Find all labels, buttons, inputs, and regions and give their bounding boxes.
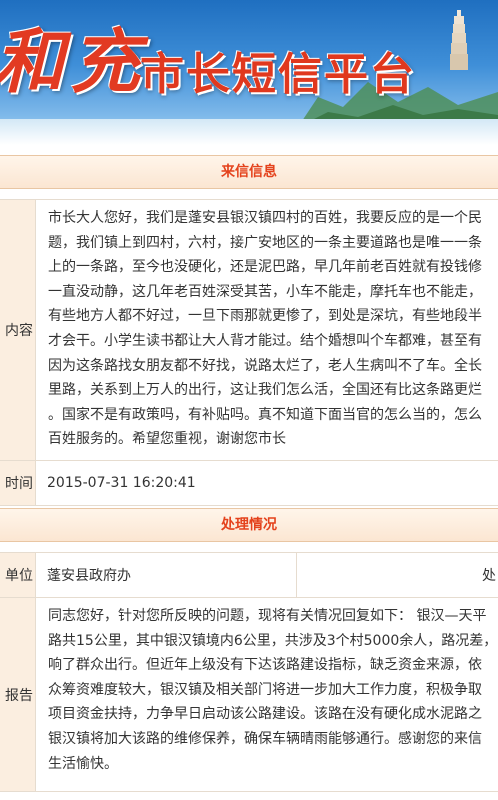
content-line: 百姓服务的。希望您重视，谢谢您市长	[48, 431, 286, 448]
unit-right-cell: 处	[296, 553, 498, 597]
content-line: 题，我们镇上到四村，六村，接广安地区的一条主要道路也是唯一一条	[48, 234, 482, 251]
header-banner: 和充 市长短信平台	[0, 0, 498, 145]
letter-section-title: 来信信息	[221, 164, 277, 180]
unit-row: 单位 蓬安县政府办 处	[0, 552, 498, 598]
city-logo-text: 和充	[0, 20, 146, 103]
content-line: 一直没动静，这几年老百姓深受其苦，小车不能走，摩托车也不能走，	[48, 283, 482, 300]
report-content: 同志您好，针对您所反映的问题，现将有关情况回复如下： 银汉—天平 路共15公里，其…	[48, 604, 498, 776]
pagoda-icon	[450, 10, 468, 70]
report-line: 路共15公里，其中银汉镇境内6公里，共涉及3个村5000余人，路况差，	[48, 632, 498, 649]
report-line: 众筹资难度较大，银汉镇及相关部门将进一步加大工作力度，积极争取	[48, 681, 482, 698]
report-line: 项目资金扶持，力争早日启动该公路建设。该路在没有硬化成水泥路之	[48, 706, 482, 723]
content-line: 里路，关系到上万人的出行，这让我们怎么活，全国还有比这条路更烂	[48, 382, 482, 399]
content-line: 才会干。小学生读书都让大人背才能过。结个婚想叫个车都难，甚至有	[48, 332, 482, 349]
letter-section-header: 来信信息	[0, 155, 498, 189]
time-value: 2015-07-31 16:20:41	[47, 475, 196, 491]
letter-content: 市长大人您好，我们是蓬安县银汉镇四村的百姓，我要反应的是一个民 题，我们镇上到四村…	[48, 206, 498, 452]
platform-title: 市长短信平台	[140, 49, 416, 100]
report-line: 响了群众出行。但近年上级没有下达该路建设指标，缺乏资金来源，依	[48, 657, 482, 674]
content-label: 内容	[0, 200, 36, 460]
content-line: 上的一条路，至今也没硬化，还是泥巴路，早几年前老百姓就有投钱修	[48, 259, 482, 276]
time-label: 时间	[0, 461, 36, 505]
content-line: 有些地方人都不好过，一旦下雨那就更惨了，到处是深坑，有些地段半	[48, 308, 482, 325]
handling-section-title: 处理情况	[221, 517, 277, 533]
content-row: 内容 市长大人您好，我们是蓬安县银汉镇四村的百姓，我要反应的是一个民 题，我们镇上…	[0, 199, 498, 461]
report-row: 报告 同志您好，针对您所反映的问题，现将有关情况回复如下： 银汉—天平 路共15公…	[0, 598, 498, 792]
content-line: 市长大人您好，我们是蓬安县银汉镇四村的百姓，我要反应的是一个民	[48, 210, 482, 226]
content-line: 因为这条路找女朋友都不好找，说路太烂了，老人生病叫不了车。全长	[48, 357, 482, 374]
report-line: 生活愉快。	[48, 755, 118, 772]
content-line: 。国家不是有政策吗，有补贴吗。真不知道下面当官的怎么当的，怎么	[48, 406, 482, 423]
report-line: 同志您好，针对您所反映的问题，现将有关情况回复如下： 银汉—天平	[48, 608, 487, 624]
handling-section-header: 处理情况	[0, 508, 498, 542]
report-line: 银汉镇将加大该路的维修保养，确保车辆晴雨能够通行。感谢您的来信	[48, 730, 482, 747]
time-row: 时间 2015-07-31 16:20:41	[0, 461, 498, 506]
river-strip	[0, 119, 498, 145]
unit-label: 单位	[0, 553, 36, 597]
report-label: 报告	[0, 598, 36, 791]
